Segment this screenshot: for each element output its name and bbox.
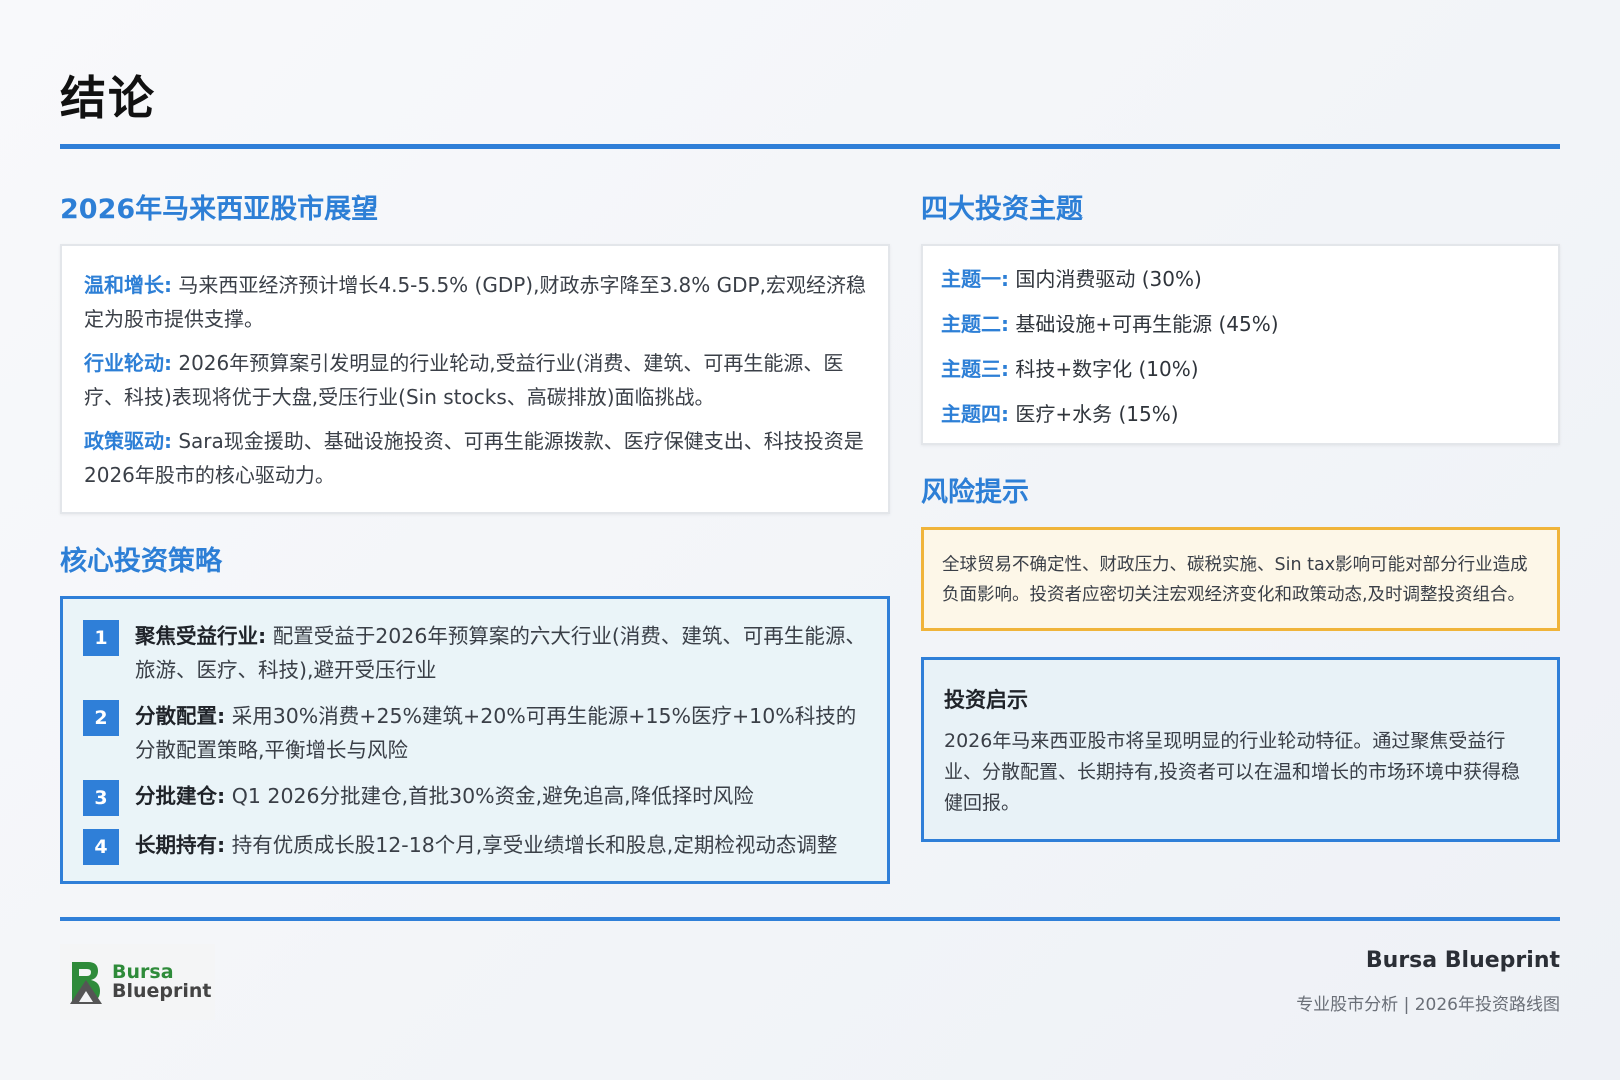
- theme-item: 主题二: 基础设施+可再生能源 (45%): [941, 309, 1540, 339]
- step-number-badge: 4: [83, 829, 119, 865]
- page-title: 结论: [60, 71, 156, 125]
- outlook-text: Sara现金援助、基础设施投资、可再生能源拨款、医疗保健支出、科技投资是2026…: [84, 429, 864, 487]
- theme-text: 基础设施+可再生能源 (45%): [1009, 312, 1279, 336]
- footer-divider: [60, 917, 1560, 921]
- logo-wordmark: Bursa Blueprint: [112, 963, 212, 1001]
- step-number-badge: 1: [83, 620, 119, 656]
- outlook-lead: 行业轮动:: [84, 351, 172, 375]
- outlook-paragraph: 温和增长: 马来西亚经济预计增长4.5-5.5% (GDP),财政赤字降至3.8…: [84, 268, 866, 336]
- theme-text: 医疗+水务 (15%): [1009, 402, 1179, 426]
- strategy-step: 4 长期持有: 持有优质成长股12-18个月,享受业绩增长和股息,定期检视动态调…: [83, 828, 867, 865]
- themes-heading: 四大投资主题: [921, 194, 1083, 225]
- strategy-step: 3 分批建仓: Q1 2026分批建仓,首批30%资金,避免追高,降低择时风险: [83, 779, 867, 816]
- logo-mark-icon: [70, 962, 102, 1004]
- outlook-paragraph: 行业轮动: 2026年预算案引发明显的行业轮动,受益行业(消费、建筑、可再生能源…: [84, 346, 866, 414]
- step-text: 分散配置: 采用30%消费+25%建筑+20%可再生能源+15%医疗+10%科技…: [135, 699, 867, 767]
- insight-card: 投资启示 2026年马来西亚股市将呈现明显的行业轮动特征。通过聚焦受益行业、分散…: [921, 657, 1560, 842]
- theme-item: 主题四: 医疗+水务 (15%): [941, 399, 1540, 429]
- brand-logo: Bursa Blueprint: [60, 944, 215, 1020]
- step-lead: 分散配置:: [135, 704, 226, 728]
- strategy-heading: 核心投资策略: [60, 546, 222, 577]
- theme-lead: 主题二:: [941, 312, 1009, 336]
- slide: 结论 2026年马来西亚股市展望 温和增长: 马来西亚经济预计增长4.5-5.5…: [0, 0, 1620, 1080]
- footer-subtitle: 专业股市分析 | 2026年投资路线图: [1296, 995, 1560, 1015]
- theme-item: 主题一: 国内消费驱动 (30%): [941, 264, 1540, 294]
- outlook-card: 温和增长: 马来西亚经济预计增长4.5-5.5% (GDP),财政赤字降至3.8…: [60, 244, 890, 514]
- step-text: 分批建仓: Q1 2026分批建仓,首批30%资金,避免追高,降低择时风险: [135, 779, 754, 813]
- insight-text: 2026年马来西亚股市将呈现明显的行业轮动特征。通过聚焦受益行业、分散配置、长期…: [944, 730, 1521, 814]
- insight-title: 投资启示: [944, 688, 1028, 712]
- step-lead: 分批建仓:: [135, 784, 226, 808]
- outlook-paragraph: 政策驱动: Sara现金援助、基础设施投资、可再生能源拨款、医疗保健支出、科技投…: [84, 424, 866, 492]
- step-text: 聚焦受益行业: 配置受益于2026年预算案的六大行业(消费、建筑、可再生能源、旅…: [135, 619, 867, 687]
- outlook-lead: 温和增长:: [84, 273, 172, 297]
- strategy-step: 2 分散配置: 采用30%消费+25%建筑+20%可再生能源+15%医疗+10%…: [83, 699, 867, 767]
- right-column: 四大投资主题 主题一: 国内消费驱动 (30%) 主题二: 基础设施+可再生能源…: [921, 190, 1560, 842]
- theme-lead: 主题三:: [941, 357, 1009, 381]
- outlook-heading: 2026年马来西亚股市展望: [60, 194, 379, 225]
- themes-card: 主题一: 国内消费驱动 (30%) 主题二: 基础设施+可再生能源 (45%) …: [921, 244, 1560, 445]
- risk-card: 全球贸易不确定性、财政压力、碳税实施、Sin tax影响可能对部分行业造成负面影…: [921, 527, 1560, 631]
- left-column: 2026年马来西亚股市展望 温和增长: 马来西亚经济预计增长4.5-5.5% (…: [60, 190, 890, 884]
- theme-text: 科技+数字化 (10%): [1009, 357, 1199, 381]
- strategy-card: 1 聚焦受益行业: 配置受益于2026年预算案的六大行业(消费、建筑、可再生能源…: [60, 596, 890, 884]
- outlook-text: 马来西亚经济预计增长4.5-5.5% (GDP),财政赤字降至3.8% GDP,…: [84, 273, 866, 331]
- outlook-lead: 政策驱动:: [84, 429, 172, 453]
- step-number-badge: 3: [83, 780, 119, 816]
- step-number-badge: 2: [83, 700, 119, 736]
- footer-brand-name: Bursa Blueprint: [1365, 948, 1560, 973]
- theme-item: 主题三: 科技+数字化 (10%): [941, 354, 1540, 384]
- step-lead: 长期持有:: [135, 833, 226, 857]
- step-body: Q1 2026分批建仓,首批30%资金,避免追高,降低择时风险: [225, 784, 754, 808]
- outlook-text: 2026年预算案引发明显的行业轮动,受益行业(消费、建筑、可再生能源、医疗、科技…: [84, 351, 844, 409]
- theme-text: 国内消费驱动 (30%): [1009, 267, 1202, 291]
- step-body: 采用30%消费+25%建筑+20%可再生能源+15%医疗+10%科技的分散配置策…: [135, 704, 857, 762]
- step-text: 长期持有: 持有优质成长股12-18个月,享受业绩增长和股息,定期检视动态调整: [135, 828, 837, 862]
- risk-heading: 风险提示: [921, 477, 1029, 508]
- step-lead: 聚焦受益行业:: [135, 624, 267, 648]
- step-body: 持有优质成长股12-18个月,享受业绩增长和股息,定期检视动态调整: [225, 833, 838, 857]
- theme-lead: 主题一:: [941, 267, 1009, 291]
- theme-lead: 主题四:: [941, 402, 1009, 426]
- strategy-step: 1 聚焦受益行业: 配置受益于2026年预算案的六大行业(消费、建筑、可再生能源…: [83, 619, 867, 687]
- logo-word-blueprint: Blueprint: [112, 980, 212, 1002]
- title-divider: [60, 144, 1560, 149]
